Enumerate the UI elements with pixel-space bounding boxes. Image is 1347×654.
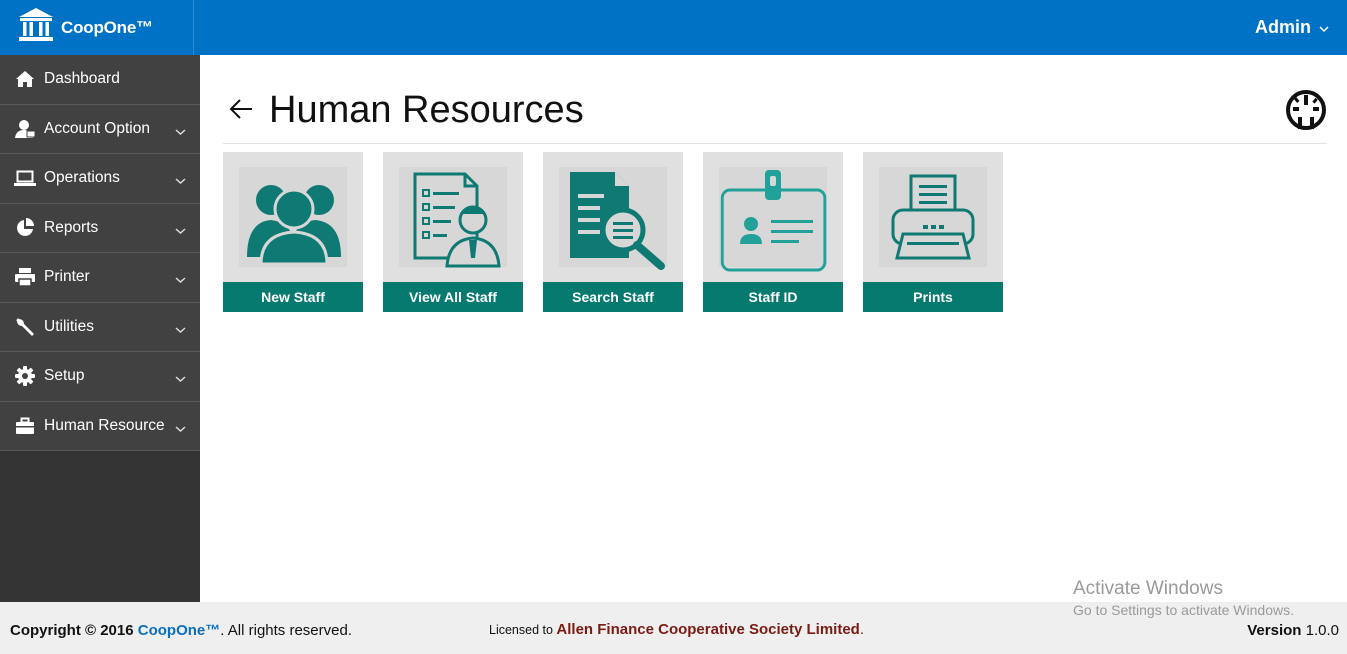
tile-label: View All Staff <box>383 282 523 312</box>
copyright-brand[interactable]: CoopOne™ <box>138 622 221 639</box>
version-value: 1.0.0 <box>1305 622 1339 639</box>
sidebar-item-printer[interactable]: Printer <box>0 253 200 303</box>
copyright-suffix: . All rights reserved. <box>220 622 352 639</box>
tile-label: New Staff <box>223 282 363 312</box>
sidebar-item-label: Dashboard <box>44 70 120 88</box>
chevron-down-icon <box>175 321 186 339</box>
licensed-suffix: . <box>859 621 864 638</box>
sidebar-item-reports[interactable]: Reports <box>0 203 200 253</box>
sidebar-item-human-resource[interactable]: Human Resource <box>0 401 200 451</box>
laptop-icon <box>14 167 36 189</box>
main-content: Human Resources New Staff View All Staff… <box>200 55 1347 602</box>
sidebar-item-label: Utilities <box>44 317 94 335</box>
chevron-down-icon <box>1319 17 1329 38</box>
staff-list-icon <box>383 152 523 281</box>
back-arrow-icon[interactable] <box>229 99 253 124</box>
footer: Copyright © 2016 CoopOne™. All rights re… <box>0 602 1347 654</box>
document-search-icon <box>543 152 683 281</box>
tile-view-all-staff[interactable]: View All Staff <box>383 152 523 312</box>
page-title: Human Resources <box>269 89 584 131</box>
gear-icon <box>14 365 36 387</box>
brand-name: CoopOne™ <box>61 17 153 37</box>
tile-label: Prints <box>863 282 1003 312</box>
sidebar-item-label: Printer <box>44 268 90 286</box>
admin-label: Admin <box>1255 17 1311 37</box>
version-label: Version <box>1247 622 1302 639</box>
user-icon <box>14 118 36 140</box>
tile-label: Staff ID <box>703 282 843 312</box>
copyright-prefix: Copyright © 2016 <box>10 622 134 639</box>
version: Version 1.0.0 <box>1247 622 1339 639</box>
copyright: Copyright © 2016 CoopOne™. All rights re… <box>10 622 352 639</box>
top-bar: CoopOne™ Admin <box>0 0 1347 55</box>
chevron-down-icon <box>175 222 186 240</box>
wrench-icon <box>14 316 36 338</box>
sidebar-item-operations[interactable]: Operations <box>0 154 200 204</box>
tile-search-staff[interactable]: Search Staff <box>543 152 683 312</box>
id-card-icon <box>703 152 843 281</box>
printer-icon <box>863 152 1003 281</box>
pie-chart-icon <box>14 217 36 239</box>
printer-icon <box>14 266 36 288</box>
tile-new-staff[interactable]: New Staff <box>223 152 363 312</box>
chevron-down-icon <box>175 370 186 388</box>
sidebar-item-dashboard[interactable]: Dashboard <box>0 55 200 105</box>
tile-staff-id[interactable]: Staff ID <box>703 152 843 312</box>
licensee-name: Allen Finance Cooperative Society Limite… <box>556 621 860 638</box>
briefcase-icon <box>14 415 36 437</box>
sidebar-item-account-option[interactable]: Account Option <box>0 104 200 154</box>
admin-menu[interactable]: Admin <box>1255 0 1329 55</box>
licensed-prefix: Licensed to <box>489 623 553 637</box>
page-header: Human Resources <box>223 85 1327 144</box>
sidebar-item-label: Human Resource <box>44 416 165 434</box>
license-info: Licensed to Allen Finance Cooperative So… <box>489 621 864 638</box>
chevron-down-icon <box>175 172 186 190</box>
tile-grid: New Staff View All Staff Search Staff St… <box>223 152 1023 312</box>
sidebar-item-label: Reports <box>44 218 99 236</box>
sidebar-item-utilities[interactable]: Utilities <box>0 302 200 352</box>
users-group-icon <box>223 152 363 281</box>
sidebar-item-label: Setup <box>44 367 85 385</box>
sidebar-item-setup[interactable]: Setup <box>0 352 200 402</box>
brand[interactable]: CoopOne™ <box>0 0 194 55</box>
chevron-down-icon <box>175 420 186 438</box>
home-icon <box>14 68 36 90</box>
chevron-down-icon <box>175 123 186 141</box>
bank-icon <box>17 6 55 49</box>
chevron-down-icon <box>175 271 186 289</box>
sidebar-item-label: Account Option <box>44 119 150 137</box>
tile-label: Search Staff <box>543 282 683 312</box>
speedometer-icon[interactable] <box>1285 89 1327 136</box>
sidebar: Dashboard Account Option Operations Repo… <box>0 55 200 602</box>
sidebar-item-label: Operations <box>44 169 120 187</box>
tile-prints[interactable]: Prints <box>863 152 1003 312</box>
